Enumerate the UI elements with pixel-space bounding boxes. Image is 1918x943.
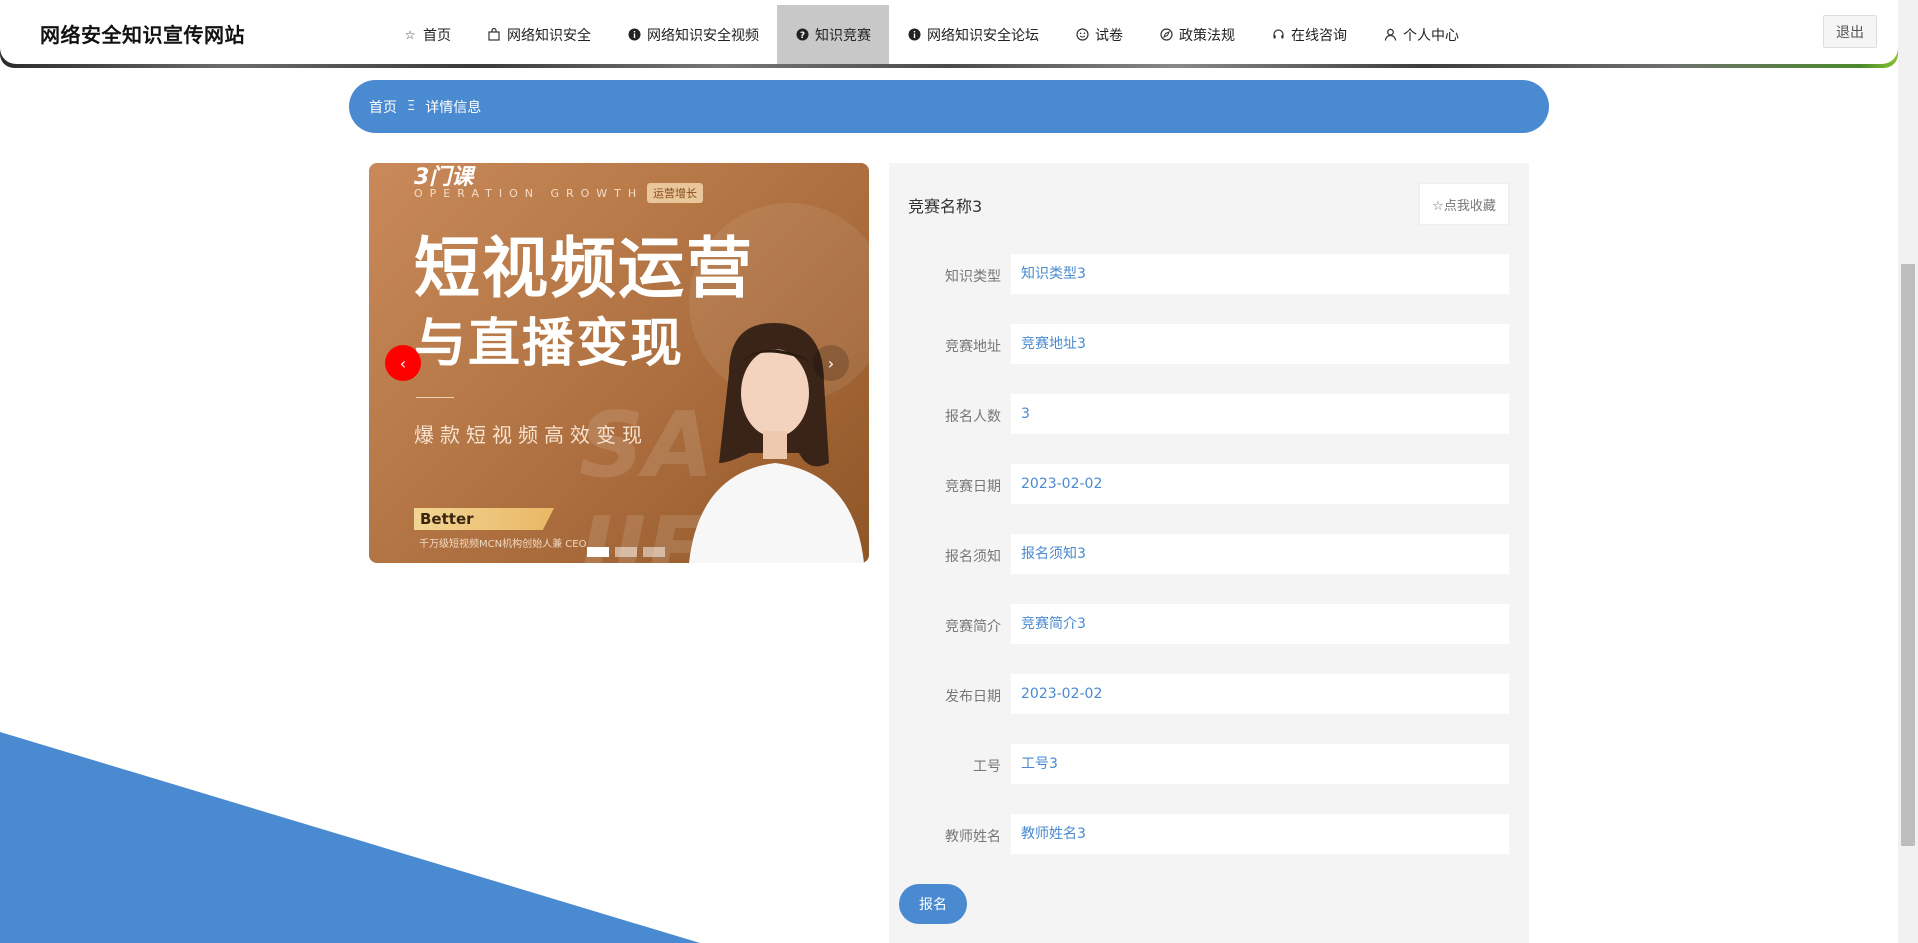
field-value: 竞赛简介3 [1011, 604, 1509, 644]
carousel-divider [416, 397, 454, 398]
headset-icon [1271, 28, 1285, 42]
nav-item-consult[interactable]: 在线咨询 [1253, 5, 1365, 64]
field-label: 竞赛日期 [945, 479, 1001, 495]
field-row-knowledge-type: 知识类型 知识类型3 [889, 254, 1529, 294]
field-value: 3 [1011, 394, 1509, 434]
field-value: 2023-02-02 [1011, 464, 1509, 504]
field-label: 知识类型 [945, 269, 1001, 285]
nav-item-contest[interactable]: ? 知识竞赛 [777, 5, 889, 64]
field-label: 竞赛地址 [945, 339, 1001, 355]
field-label: 工号 [973, 759, 1001, 775]
carousel-dot[interactable] [587, 547, 609, 557]
field-label: 竞赛简介 [945, 619, 1001, 635]
main-nav: ☆ 首页 网络知识安全 网络知识安全视频 ? 知识竞赛 网络知识安全论坛 试卷 … [385, 5, 1477, 64]
nav-label: 首页 [423, 27, 451, 44]
field-value: 2023-02-02 [1011, 674, 1509, 714]
site-logo[interactable]: 网络安全知识宣传网站 [40, 19, 245, 48]
user-icon [1383, 28, 1397, 42]
nav-label: 试卷 [1095, 27, 1123, 44]
field-label: 教师姓名 [945, 829, 1001, 845]
carousel-next-button[interactable]: › [813, 345, 849, 381]
nav-item-policy[interactable]: 政策法规 [1141, 5, 1253, 64]
field-row-intro: 竞赛简介 竞赛简介3 [889, 604, 1529, 644]
field-label: 发布日期 [945, 689, 1001, 705]
info-icon [907, 28, 921, 42]
nav-label: 网络知识安全 [507, 27, 591, 44]
breadcrumb: 首页 Ξ 详情信息 [349, 80, 1549, 133]
compass-icon [1159, 28, 1173, 42]
nav-item-profile[interactable]: 个人中心 [1365, 5, 1477, 64]
carousel-name-badge: Better [414, 508, 554, 530]
question-icon: ? [795, 28, 809, 42]
signup-button[interactable]: 报名 [899, 884, 967, 924]
breadcrumb-current: 详情信息 [425, 99, 482, 116]
field-row-employee-id: 工号 工号3 [889, 744, 1529, 784]
nav-item-forum[interactable]: 网络知识安全论坛 [889, 5, 1057, 64]
favorite-label: ☆点我收藏 [1432, 198, 1496, 214]
bag-icon [487, 28, 501, 42]
star-icon: ☆ [404, 27, 416, 42]
detail-panel: 竞赛名称3 ☆点我收藏 知识类型 知识类型3 竞赛地址 竞赛地址3 报名人数 3… [889, 163, 1529, 943]
field-row-teacher-name: 教师姓名 教师姓名3 [889, 814, 1529, 854]
field-row-participants: 报名人数 3 [889, 394, 1529, 434]
carousel-indicators [587, 547, 665, 557]
field-value: 教师姓名3 [1011, 814, 1509, 854]
logout-button[interactable]: 退出 [1823, 15, 1877, 48]
carousel-tag: 运营增长 [647, 183, 703, 203]
field-value: 报名须知3 [1011, 534, 1509, 574]
chevron-left-icon: ‹ [399, 353, 407, 373]
field-value: 竞赛地址3 [1011, 324, 1509, 364]
field-row-contest-date: 竞赛日期 2023-02-02 [889, 464, 1529, 504]
field-row-publish-date: 发布日期 2023-02-02 [889, 674, 1529, 714]
nav-label: 知识竞赛 [815, 27, 871, 44]
nav-label: 网络知识安全视频 [647, 27, 759, 44]
nav-item-videos[interactable]: 网络知识安全视频 [609, 5, 777, 64]
svg-text:?: ? [799, 31, 804, 41]
field-row-address: 竞赛地址 竞赛地址3 [889, 324, 1529, 364]
field-value: 知识类型3 [1011, 254, 1509, 294]
nav-item-home[interactable]: ☆ 首页 [385, 5, 469, 64]
nav-label: 网络知识安全论坛 [927, 27, 1039, 44]
carousel-subtitle: OPERATION GROWTH [414, 187, 644, 200]
nav-label: 在线咨询 [1291, 27, 1347, 44]
field-label: 报名须知 [945, 549, 1001, 565]
carousel-headline-1: 短视频运营 [414, 230, 754, 307]
breadcrumb-separator: Ξ [407, 99, 416, 114]
nav-item-exam[interactable]: 试卷 [1057, 5, 1141, 64]
vertical-scrollbar[interactable] [1898, 0, 1918, 943]
field-value: 工号3 [1011, 744, 1509, 784]
favorite-button[interactable]: ☆点我收藏 [1419, 183, 1509, 225]
face-icon [1075, 28, 1089, 42]
carousel-prev-button[interactable]: ‹ [385, 345, 421, 381]
scrollbar-thumb[interactable] [1901, 264, 1915, 846]
carousel-caption: 千万级短视频MCN机构创始人兼 CEO [419, 539, 587, 550]
nav-label: 个人中心 [1403, 27, 1459, 44]
site-header: 网络安全知识宣传网站 ☆ 首页 网络知识安全 网络知识安全视频 ? 知识竞赛 网… [0, 0, 1898, 64]
decorative-triangle [0, 732, 700, 943]
nav-label: 政策法规 [1179, 27, 1235, 44]
image-carousel[interactable]: 3门课 OPERATION GROWTH 运营增长 短视频运营 与直播变现 爆款… [369, 163, 869, 563]
field-row-signup-notice: 报名须知 报名须知3 [889, 534, 1529, 574]
breadcrumb-home[interactable]: 首页 [369, 97, 397, 117]
field-label: 报名人数 [945, 409, 1001, 425]
carousel-dot[interactable] [643, 547, 665, 557]
nav-item-security[interactable]: 网络知识安全 [469, 5, 609, 64]
contest-title: 竞赛名称3 [908, 197, 983, 216]
chevron-right-icon: › [827, 353, 835, 373]
carousel-headline-2: 与直播变现 [414, 314, 685, 374]
carousel-dot[interactable] [615, 547, 637, 557]
info-icon [627, 28, 641, 42]
